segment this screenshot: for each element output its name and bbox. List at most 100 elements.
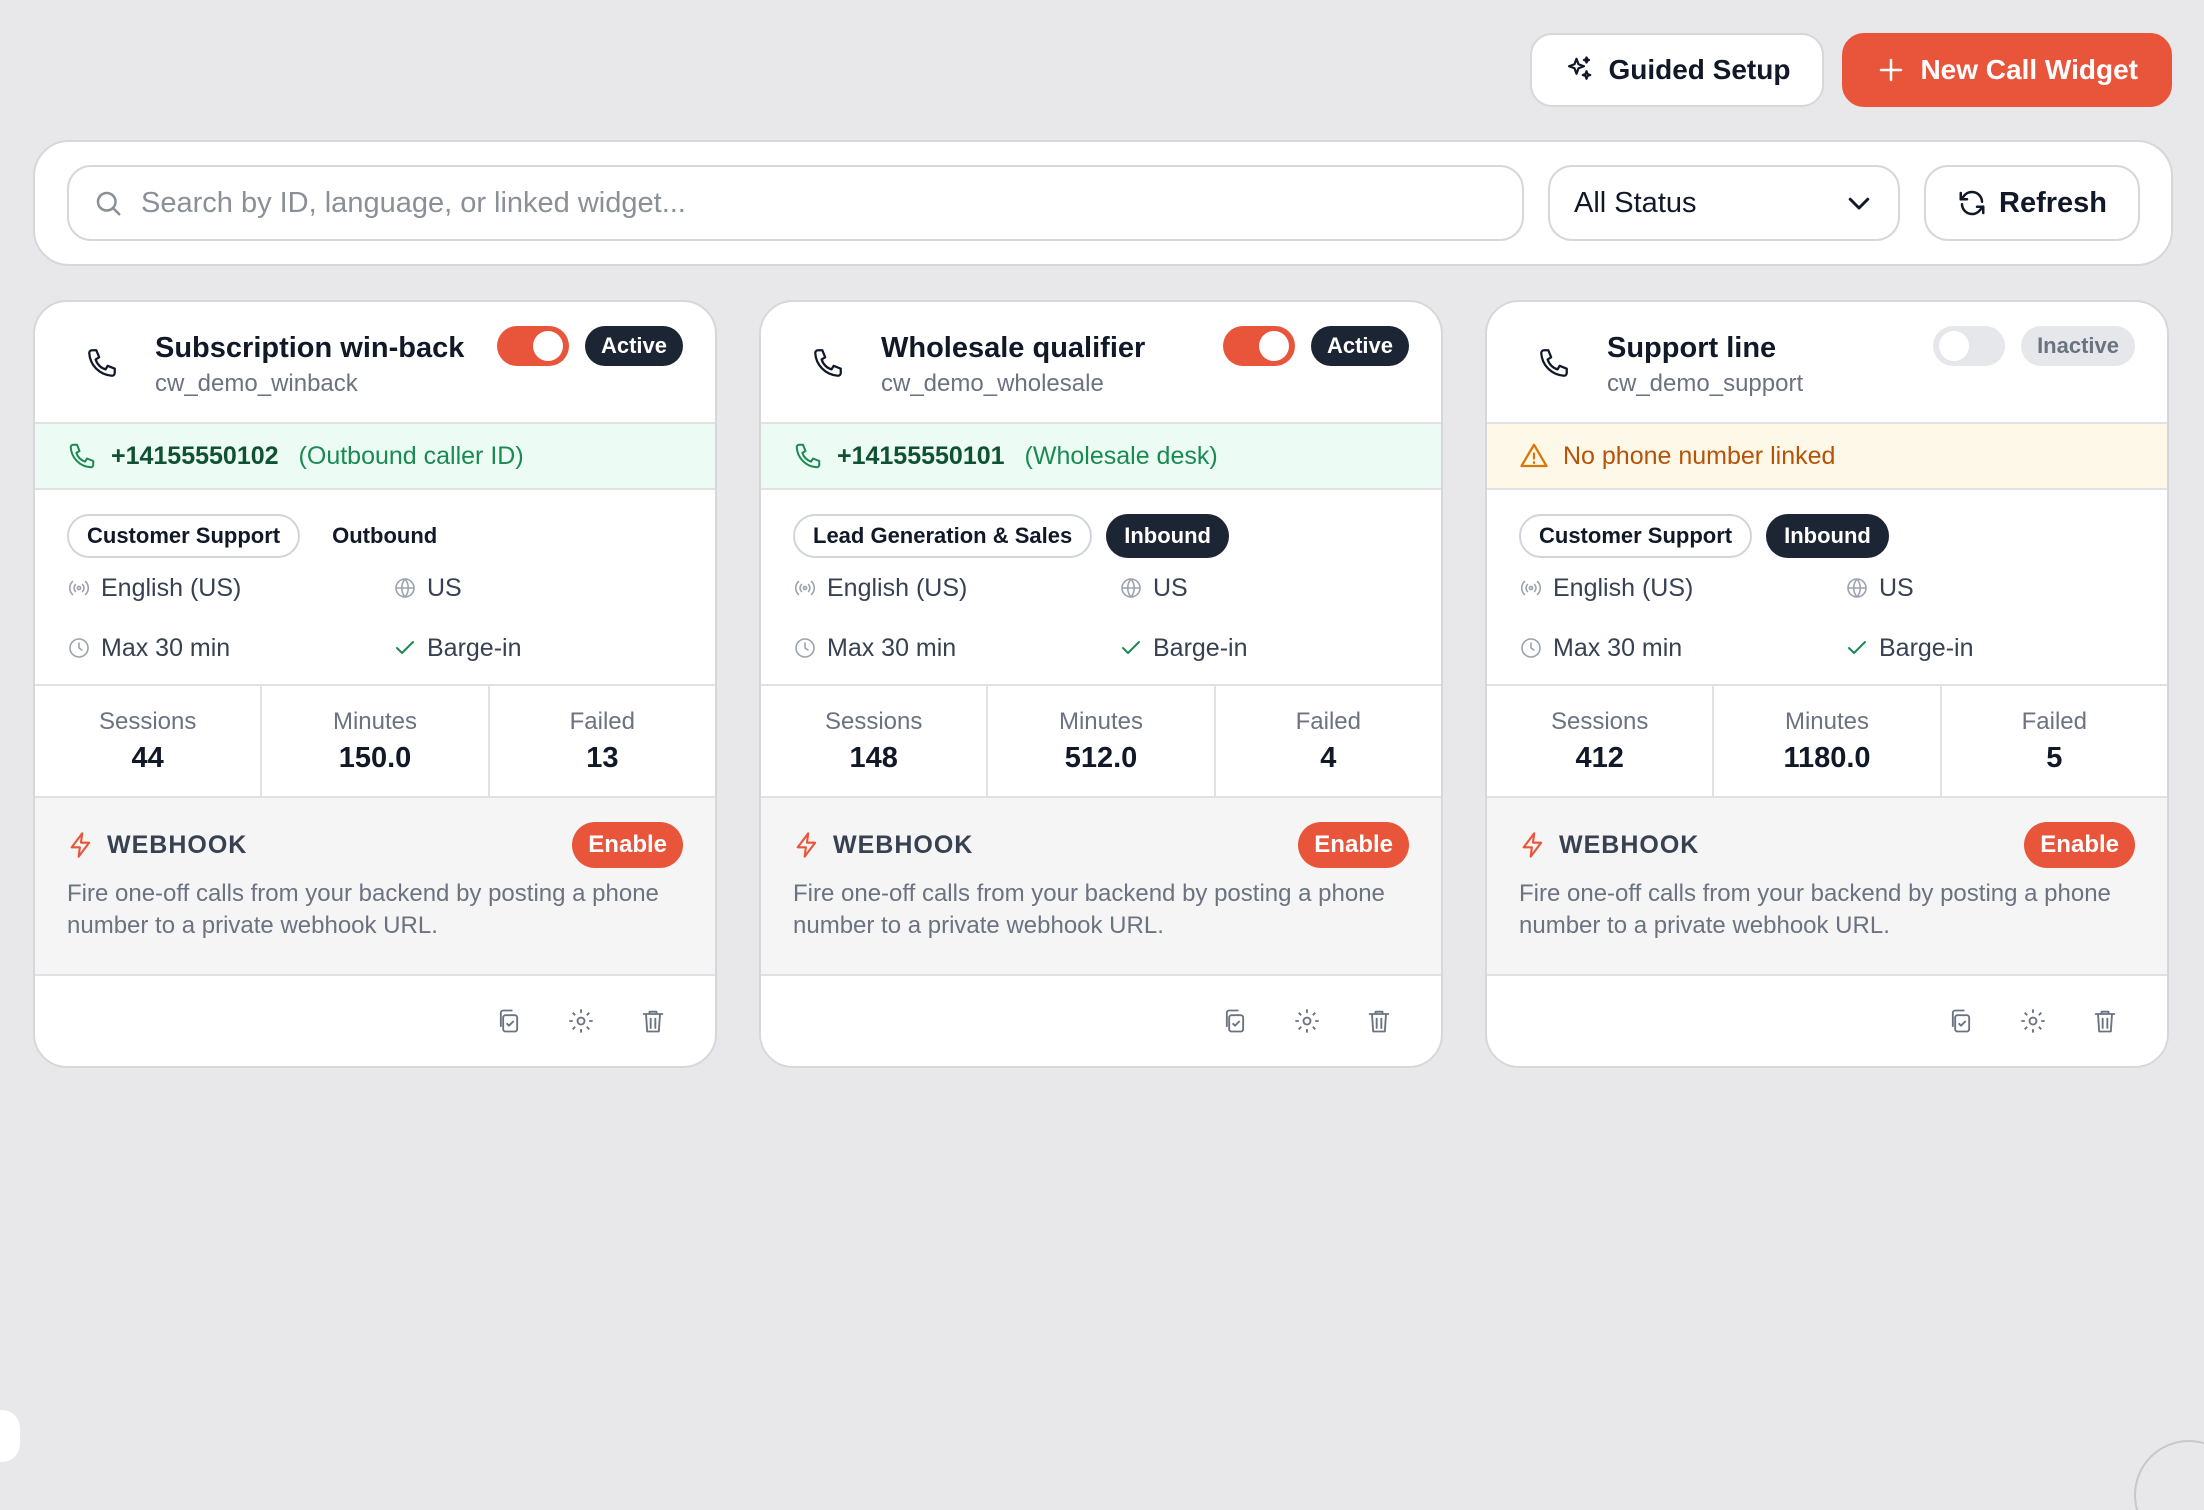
guided-setup-button[interactable]: Guided Setup bbox=[1530, 33, 1825, 107]
duration-label: Max 30 min bbox=[101, 633, 231, 662]
sessions-label: Sessions bbox=[824, 707, 923, 735]
refresh-label: Refresh bbox=[1999, 186, 2107, 219]
language-label: English (US) bbox=[1553, 573, 1694, 602]
trash-icon[interactable] bbox=[1365, 1007, 1393, 1035]
check-icon bbox=[396, 641, 414, 654]
duration-item: Max 30 min bbox=[793, 632, 1119, 664]
widget-id: cw_demo_support bbox=[1607, 370, 1804, 397]
feature-label: Barge-in bbox=[1153, 633, 1248, 662]
failed-value: 4 bbox=[1320, 741, 1337, 774]
webhook-enable-button[interactable]: Enable bbox=[1298, 822, 1409, 868]
phone-icon bbox=[88, 349, 116, 377]
caller-label: (Outbound caller ID) bbox=[298, 441, 524, 470]
feature-item: Barge-in bbox=[1845, 632, 2145, 664]
sessions-stat: Sessions 148 bbox=[761, 686, 989, 796]
webhook-description: Fire one-off calls from your backend by … bbox=[67, 880, 659, 939]
stats-row: Sessions 412 Minutes 1180.0 Failed 5 bbox=[1487, 684, 2167, 798]
refresh-button[interactable]: Refresh bbox=[1924, 165, 2140, 241]
copy-icon[interactable] bbox=[495, 1007, 523, 1035]
direction-tag: Inbound bbox=[1106, 514, 1229, 558]
direction-tag: Inbound bbox=[1766, 514, 1889, 558]
region-item: US bbox=[1845, 572, 2145, 604]
status-badge: Inactive bbox=[2021, 326, 2135, 366]
toggle-knob bbox=[1258, 331, 1289, 361]
active-toggle[interactable] bbox=[1933, 326, 2006, 366]
webhook-label: WEBHOOK bbox=[833, 830, 974, 859]
card-actions bbox=[1487, 976, 2167, 1066]
webhook-section: WEBHOOK Enable Fire one-off calls from y… bbox=[35, 798, 715, 976]
duration-item: Max 30 min bbox=[1519, 632, 1845, 664]
no-phone-warning: No phone number linked bbox=[1487, 424, 2167, 490]
copy-icon[interactable] bbox=[1221, 1007, 1249, 1035]
feature-label: Barge-in bbox=[1879, 633, 1974, 662]
card-header: Subscription win-back cw_demo_winback Ac… bbox=[35, 302, 715, 424]
duration-label: Max 30 min bbox=[1553, 633, 1683, 662]
category-tag: Lead Generation & Sales bbox=[793, 514, 1093, 558]
plus-icon bbox=[1880, 58, 1903, 82]
status-filter-select[interactable]: All Status bbox=[1548, 165, 1900, 241]
linked-phone-strip: +14155550101 (Wholesale desk) bbox=[761, 424, 1441, 490]
sessions-stat: Sessions 44 bbox=[35, 686, 263, 796]
status-controls: Active bbox=[496, 326, 683, 366]
status-badge: Active bbox=[584, 326, 683, 366]
widget-meta: English (US) US Max 30 min Barge-in bbox=[35, 560, 715, 684]
failed-label: Failed bbox=[2021, 707, 2087, 735]
widget-id: cw_demo_winback bbox=[155, 370, 358, 397]
webhook-description: Fire one-off calls from your backend by … bbox=[793, 880, 1385, 939]
failed-stat: Failed 5 bbox=[1942, 686, 2167, 796]
status-badge: Active bbox=[1310, 326, 1409, 366]
direction-tag: Outbound bbox=[332, 523, 438, 548]
duration-label: Max 30 min bbox=[827, 633, 957, 662]
new-call-widget-button[interactable]: New Call Widget bbox=[1842, 33, 2172, 107]
active-toggle[interactable] bbox=[496, 326, 569, 366]
widget-meta: English (US) US Max 30 min Barge-in bbox=[761, 560, 1441, 684]
trash-icon[interactable] bbox=[2091, 1007, 2119, 1035]
widget-card: Wholesale qualifier cw_demo_wholesale Ac… bbox=[759, 300, 1443, 1068]
no-phone-text: No phone number linked bbox=[1563, 441, 1836, 470]
widget-title: Subscription win-back bbox=[155, 332, 465, 364]
failed-stat: Failed 13 bbox=[490, 686, 715, 796]
phone-icon bbox=[814, 349, 842, 377]
gear-icon[interactable] bbox=[567, 1007, 595, 1035]
toggle-knob bbox=[1939, 331, 1970, 361]
window-corner bbox=[2134, 1440, 2204, 1510]
sessions-value: 148 bbox=[849, 741, 898, 774]
trash-icon[interactable] bbox=[639, 1007, 667, 1035]
status-controls: Inactive bbox=[1933, 326, 2135, 366]
toggle-knob bbox=[532, 331, 563, 361]
clock-icon bbox=[69, 638, 89, 658]
sessions-stat: Sessions 412 bbox=[1487, 686, 1715, 796]
check-icon bbox=[1122, 641, 1140, 654]
card-header: Wholesale qualifier cw_demo_wholesale Ac… bbox=[761, 302, 1441, 424]
gear-icon[interactable] bbox=[2019, 1007, 2047, 1035]
region-label: US bbox=[1879, 573, 1914, 602]
active-toggle[interactable] bbox=[1222, 326, 1295, 366]
failed-stat: Failed 4 bbox=[1216, 686, 1441, 796]
refresh-icon bbox=[1959, 190, 1985, 216]
sessions-value: 44 bbox=[131, 741, 164, 774]
language-label: English (US) bbox=[101, 573, 242, 602]
phone-number: +14155550101 bbox=[837, 441, 1005, 470]
card-actions bbox=[35, 976, 715, 1066]
tag-row: Customer Support Outbound bbox=[35, 490, 715, 560]
failed-value: 13 bbox=[586, 741, 619, 774]
card-actions bbox=[761, 976, 1441, 1066]
webhook-label: WEBHOOK bbox=[107, 830, 248, 859]
phone-number: +14155550102 bbox=[111, 441, 279, 470]
search-input[interactable] bbox=[141, 186, 1498, 220]
widget-card: Subscription win-back cw_demo_winback Ac… bbox=[33, 300, 717, 1068]
duration-item: Max 30 min bbox=[67, 632, 393, 664]
gear-icon[interactable] bbox=[1293, 1007, 1321, 1035]
search-box[interactable] bbox=[67, 165, 1524, 241]
copy-icon[interactable] bbox=[1947, 1007, 1975, 1035]
failed-label: Failed bbox=[1295, 707, 1361, 735]
language-item: English (US) bbox=[1519, 572, 1845, 604]
minutes-label: Minutes bbox=[332, 707, 418, 735]
guided-setup-label: Guided Setup bbox=[1608, 54, 1791, 85]
widget-title: Support line bbox=[1607, 332, 1777, 364]
clock-icon bbox=[1521, 638, 1541, 658]
lightning-icon bbox=[796, 832, 817, 858]
webhook-enable-button[interactable]: Enable bbox=[2024, 822, 2135, 868]
webhook-enable-button[interactable]: Enable bbox=[572, 822, 683, 868]
floating-handle[interactable] bbox=[0, 1410, 20, 1462]
